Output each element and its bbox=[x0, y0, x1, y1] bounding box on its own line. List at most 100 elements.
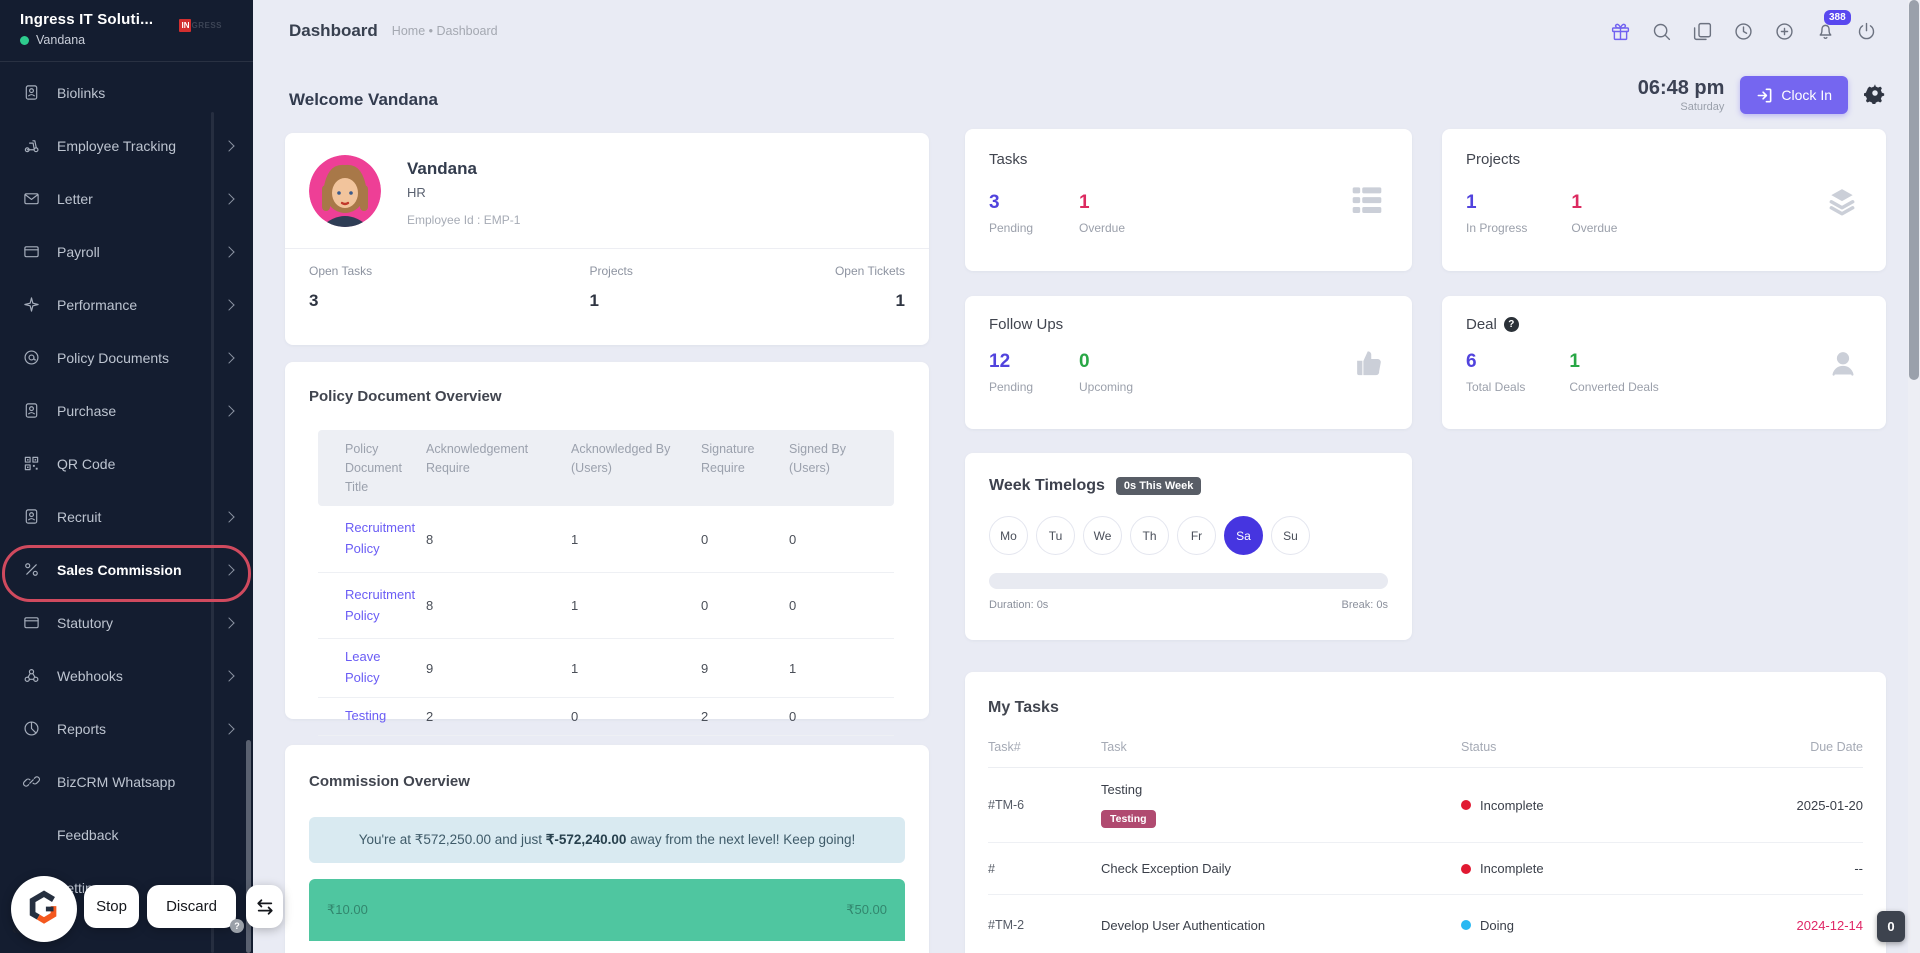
discard-button[interactable]: Discard bbox=[147, 885, 236, 928]
extension-logo-icon bbox=[29, 890, 57, 924]
day-sa-active[interactable]: Sa bbox=[1224, 516, 1263, 555]
day-we[interactable]: We bbox=[1083, 516, 1122, 555]
sidebar-item-qr-code[interactable]: QR Code bbox=[0, 437, 253, 490]
day-su[interactable]: Su bbox=[1271, 516, 1310, 555]
deal-converted-stat: 1 Converted Deals bbox=[1569, 351, 1659, 394]
id-card-icon bbox=[22, 402, 40, 420]
policy-link[interactable]: Recruitment Policy bbox=[318, 573, 426, 639]
sidebar-header: Ingress IT Soluti... Vandana IN GRESS bbox=[0, 0, 253, 62]
swap-arrows-button[interactable] bbox=[246, 885, 283, 928]
policy-table-header: Policy Document Title Acknowledgement Re… bbox=[318, 430, 894, 507]
swap-arrows-icon bbox=[256, 898, 273, 915]
clock-icon[interactable] bbox=[1732, 20, 1754, 42]
status-dot-red bbox=[1461, 863, 1471, 874]
tasks-overdue-stat: 1 Overdue bbox=[1079, 192, 1126, 235]
chevron-right-icon bbox=[223, 192, 235, 205]
sidebar-item-sales-commission[interactable]: Sales Commission bbox=[0, 543, 253, 596]
sidebar-item-performance[interactable]: Performance bbox=[0, 278, 253, 331]
notes-icon[interactable] bbox=[1691, 20, 1713, 42]
clock-cluster: 06:48 pm Saturday Clock In bbox=[1638, 76, 1886, 114]
chevron-right-icon bbox=[223, 245, 235, 258]
scooter-icon bbox=[22, 137, 40, 155]
sidebar-item-employee-tracking[interactable]: Employee Tracking bbox=[0, 119, 253, 172]
link-icon bbox=[22, 773, 40, 791]
sidebar-item-letter[interactable]: Letter bbox=[0, 172, 253, 225]
commission-progress-bar: ₹10.00 ₹50.00 bbox=[309, 879, 905, 941]
policy-link[interactable]: Testing bbox=[318, 698, 426, 735]
window-scrollbar-thumb[interactable] bbox=[1909, 0, 1919, 380]
sidebar-item-purchase[interactable]: Purchase bbox=[0, 384, 253, 437]
day-tu[interactable]: Tu bbox=[1036, 516, 1075, 555]
gift-icon[interactable] bbox=[1609, 20, 1631, 42]
ingress-logo: IN GRESS bbox=[179, 19, 222, 32]
window-scrollbar[interactable] bbox=[1908, 0, 1920, 953]
employee-id: Employee Id : EMP-1 bbox=[407, 213, 521, 227]
sidebar-item-reports[interactable]: Reports bbox=[0, 702, 253, 755]
sparkle-icon bbox=[22, 296, 40, 314]
clock-in-button[interactable]: Clock In bbox=[1740, 76, 1848, 114]
floating-counter-badge[interactable]: 0 bbox=[1877, 911, 1905, 942]
sidebar-item-recruit[interactable]: Recruit bbox=[0, 490, 253, 543]
policy-link[interactable]: Recruitment Policy bbox=[318, 506, 426, 572]
my-tasks-card: My Tasks Task# Task Status Due Date #TM-… bbox=[965, 672, 1886, 953]
sidebar: Ingress IT Soluti... Vandana IN GRESS Bio… bbox=[0, 0, 253, 953]
plus-circle-icon[interactable] bbox=[1773, 20, 1795, 42]
wallet-icon bbox=[22, 614, 40, 632]
task-list-icon bbox=[1350, 185, 1384, 220]
chevron-right-icon bbox=[223, 669, 235, 682]
search-icon[interactable] bbox=[1650, 20, 1672, 42]
deal-card: Deal ? 6 Total Deals 1 Converted Deals bbox=[1442, 296, 1886, 429]
chevron-right-icon bbox=[223, 351, 235, 364]
sidebar-inner-scrollbar[interactable] bbox=[211, 112, 214, 953]
chevron-right-icon bbox=[223, 139, 235, 152]
sidebar-item-policy-documents[interactable]: Policy Documents bbox=[0, 331, 253, 384]
sidebar-item-webhooks[interactable]: Webhooks bbox=[0, 649, 253, 702]
commission-bar-max: ₹50.00 bbox=[846, 902, 887, 917]
task-row[interactable]: #TM-2 Develop User Authentication Doing … bbox=[988, 895, 1863, 953]
current-time: 06:48 pm Saturday bbox=[1637, 77, 1725, 113]
extension-logo-button[interactable] bbox=[11, 876, 77, 942]
task-row[interactable]: # Check Exception Daily Incomplete -- bbox=[988, 843, 1863, 895]
task-row[interactable]: #TM-6 Testing Testing Incomplete 2025-01… bbox=[988, 768, 1863, 843]
overlay-help-icon[interactable]: ? bbox=[230, 919, 244, 933]
profile-name: Vandana bbox=[407, 159, 477, 178]
followups-pending-stat: 12 Pending bbox=[989, 351, 1034, 394]
sidebar-item-payroll[interactable]: Payroll bbox=[0, 225, 253, 278]
qr-code-icon bbox=[22, 455, 40, 473]
notification-count-badge: 388 bbox=[1824, 10, 1851, 25]
followups-upcoming-stat: 0 Upcoming bbox=[1079, 351, 1134, 394]
stat-projects: Projects 1 bbox=[589, 264, 633, 310]
breadcrumb[interactable]: Home • Dashboard bbox=[392, 24, 498, 38]
chevron-right-icon bbox=[223, 298, 235, 311]
sidebar-item-statutory[interactable]: Statutory bbox=[0, 596, 253, 649]
tasks-pending-stat: 3 Pending bbox=[989, 192, 1034, 235]
no-icon bbox=[22, 826, 40, 844]
policy-table-row: Leave Policy 9 1 9 1 bbox=[318, 639, 894, 699]
webhook-icon bbox=[22, 667, 40, 685]
id-card-icon bbox=[22, 508, 40, 526]
id-card-icon bbox=[22, 84, 40, 102]
day-th[interactable]: Th bbox=[1130, 516, 1169, 555]
percent-icon bbox=[22, 561, 40, 579]
commission-bar-min: ₹10.00 bbox=[327, 902, 368, 917]
sidebar-item-biolinks[interactable]: Biolinks bbox=[0, 66, 253, 119]
my-tasks-title: My Tasks bbox=[988, 699, 1059, 716]
status-dot-blue bbox=[1461, 920, 1471, 930]
stop-button[interactable]: Stop bbox=[84, 885, 139, 928]
weekday-selector: Mo Tu We Th Fr Sa Su bbox=[989, 516, 1388, 555]
dashboard-settings-gear-icon[interactable] bbox=[1863, 82, 1886, 109]
sidebar-item-bizcrm-whatsapp[interactable]: BizCRM Whatsapp bbox=[0, 755, 253, 808]
sidebar-item-feedback[interactable]: Feedback bbox=[0, 808, 253, 861]
sidebar-user: Vandana bbox=[20, 33, 237, 47]
deal-help-icon[interactable]: ? bbox=[1503, 317, 1519, 332]
notifications-bell-icon[interactable]: 388 bbox=[1814, 10, 1851, 42]
person-icon bbox=[1828, 348, 1858, 383]
day-fr[interactable]: Fr bbox=[1177, 516, 1216, 555]
projects-overdue-stat: 1 Overdue bbox=[1571, 192, 1618, 235]
policy-link[interactable]: Leave Policy bbox=[318, 639, 426, 697]
power-icon[interactable] bbox=[1855, 20, 1877, 42]
commission-overview-card: Commission Overview You're at ₹572,250.0… bbox=[285, 745, 929, 953]
layers-icon bbox=[1826, 184, 1858, 221]
day-mo[interactable]: Mo bbox=[989, 516, 1028, 555]
break-label: Break: 0s bbox=[1341, 599, 1388, 611]
